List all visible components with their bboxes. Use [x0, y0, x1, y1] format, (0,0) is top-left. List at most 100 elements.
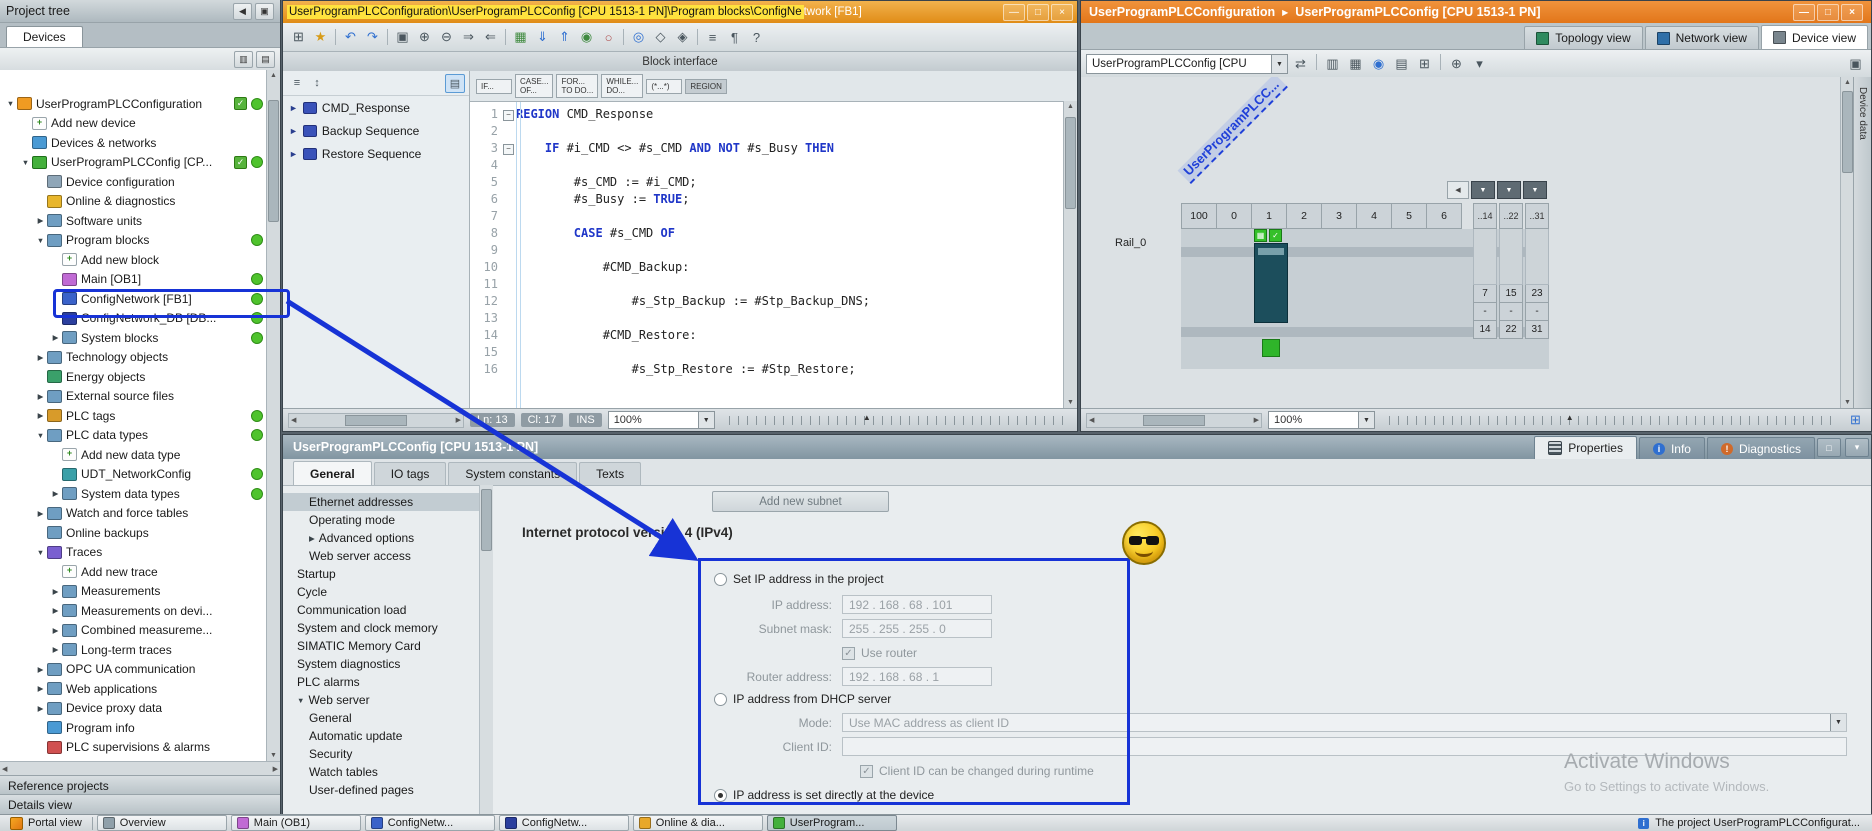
editor-hscrollbar[interactable]: ◀ ▶	[288, 412, 464, 428]
nav-item-cycle[interactable]: Cycle	[283, 583, 479, 601]
chevron-down-icon[interactable]: ▼	[697, 412, 714, 428]
nav-item-automatic-update[interactable]: Automatic update	[283, 727, 479, 745]
editor-title-bar[interactable]: UserProgramPLCConfiguration\UserProgramP…	[283, 1, 1077, 23]
tree-item-add-new-trace[interactable]: + Add new trace	[0, 562, 267, 582]
code-line[interactable]: 13	[470, 309, 1077, 326]
editor-zoom-slider[interactable]: ▲	[728, 413, 1064, 425]
tree-item-program-info[interactable]: Program info	[0, 718, 267, 738]
scroll-right-icon[interactable]: ▶	[1254, 416, 1259, 424]
scrollbar-thumb[interactable]	[268, 100, 279, 222]
add-new-subnet-button[interactable]: Add new subnet	[712, 491, 889, 512]
code-line[interactable]: 10 #CMD_Backup:	[470, 258, 1077, 275]
scrollbar-thumb[interactable]	[481, 489, 492, 551]
chevron-down-icon[interactable]: ▼	[34, 431, 47, 440]
chevron-down-icon[interactable]: ▼	[1830, 714, 1846, 731]
tab-general[interactable]: General	[293, 461, 372, 485]
tree-item-plc-supervisions-alarms[interactable]: PLC supervisions & alarms	[0, 738, 267, 758]
minimize-icon[interactable]: —	[1003, 3, 1025, 21]
collapse-panel-left-icon[interactable]: ◀	[233, 2, 252, 20]
code-lines[interactable]: 1− REGION CMD_Response 2 3− IF #i_CMD <> #s…	[470, 102, 1077, 409]
code-line[interactable]: 16 #s_Stp_Restore := #Stp_Restore;	[470, 360, 1077, 377]
taskbar-button-confignetw[interactable]: ConfigNetw...	[364, 815, 495, 831]
code-line[interactable]: 11	[470, 275, 1077, 292]
close-icon[interactable]: ×	[1841, 3, 1863, 21]
outline-view-icon[interactable]: ▤	[445, 73, 465, 93]
nav-item-general[interactable]: General	[283, 709, 479, 727]
code-line[interactable]: 7	[470, 207, 1077, 224]
tree-item-program-blocks[interactable]: ▼ Program blocks	[0, 231, 267, 251]
taskbar-button-userprogram[interactable]: UserProgram...	[766, 815, 897, 831]
redo-icon[interactable]: ↷	[362, 27, 383, 47]
nav-item-user-defined-pages[interactable]: User-defined pages	[283, 781, 479, 799]
slot-header-3[interactable]: 3	[1321, 203, 1357, 229]
tree-item-plc-tags[interactable]: ▶ PLC tags	[0, 406, 267, 426]
tree-item-long-term-traces[interactable]: ▶ Long-term traces	[0, 640, 267, 660]
slot-header-6[interactable]: 6	[1426, 203, 1462, 229]
scroll-up-icon[interactable]: ▲	[1064, 101, 1077, 113]
code-line[interactable]: 2	[470, 122, 1077, 139]
code-line[interactable]: 14 #CMD_Restore:	[470, 326, 1077, 343]
block-interface-bar[interactable]: Block interface	[283, 52, 1077, 73]
tab-devices[interactable]: Devices	[6, 26, 83, 47]
device-data-side-tab[interactable]: Device data	[1853, 77, 1871, 409]
tree-item-measurements-on-devi[interactable]: ▶ Measurements on devi...	[0, 601, 267, 621]
help-icon[interactable]: ?	[746, 27, 767, 47]
expand-regions-icon[interactable]: ≡	[287, 74, 307, 93]
nav-item-web-server-access[interactable]: Web server access	[283, 547, 479, 565]
slot-group-dropdown-icon[interactable]: ▼	[1523, 181, 1547, 199]
upload-icon[interactable]: ⇑	[554, 27, 575, 47]
table-view-icon[interactable]: ▤	[1391, 54, 1412, 74]
comment-icon[interactable]: ¶	[724, 27, 745, 47]
nav-item-ethernet-addresses[interactable]: Ethernet addresses	[283, 493, 479, 511]
chevron-right-icon[interactable]: ▶	[309, 534, 315, 543]
chevron-down-icon[interactable]: ▼	[297, 696, 304, 705]
tree-item-external-source-files[interactable]: ▶ External source files	[0, 387, 267, 407]
taskbar-button-online-dia[interactable]: Online & dia...	[632, 815, 763, 831]
tab-texts[interactable]: Texts	[579, 462, 642, 485]
tree-item-device-proxy-data[interactable]: ▶ Device proxy data	[0, 699, 267, 719]
tab-topology-view[interactable]: Topology view	[1524, 26, 1643, 49]
snippet-for[interactable]: FOR... TO DO...	[556, 74, 599, 98]
scrollbar-thumb[interactable]	[1065, 117, 1076, 209]
chevron-down-icon[interactable]: ▼	[4, 99, 17, 108]
device-canvas[interactable]: UserProgramPLCC... Rail_0 100 0 1 2 3 4 5 6 ◀ ▼…	[1081, 77, 1854, 409]
taskbar-button-main-ob1[interactable]: Main (OB1)	[230, 815, 361, 831]
snippet-if[interactable]: IF...	[476, 78, 512, 94]
device-name-label[interactable]: UserProgramPLCC...	[1177, 77, 1288, 184]
chevron-right-icon[interactable]: ▶	[49, 645, 62, 654]
minimize-icon[interactable]: —	[1793, 3, 1815, 21]
nav-item-system-and-clock-memory[interactable]: System and clock memory	[283, 619, 479, 637]
zoom-in-icon[interactable]: ⊕	[1446, 54, 1467, 74]
tab-device-view[interactable]: Device view	[1760, 25, 1868, 49]
slot-header-1[interactable]: 1	[1251, 203, 1287, 229]
scroll-right-icon[interactable]: ▶	[273, 765, 278, 773]
project-tree-hscrollbar[interactable]: ◀ ▶	[0, 761, 280, 776]
chevron-down-icon[interactable]: ▼	[34, 548, 47, 557]
tab-properties[interactable]: Properties	[1534, 436, 1637, 459]
portal-view-button[interactable]: Portal view	[4, 816, 88, 831]
snippet-case[interactable]: CASE... OF...	[515, 74, 554, 98]
maximize-panel-icon[interactable]: □	[1817, 438, 1841, 457]
code-line[interactable]: 3− IF #i_CMD <> #s_CMD AND NOT #s_Busy T…	[470, 139, 1077, 156]
monitor-icon[interactable]: ◉	[1368, 54, 1389, 74]
tab-info[interactable]: i Info	[1638, 437, 1705, 459]
breadcrumb-project[interactable]: UserProgramPLCConfiguration	[1089, 5, 1275, 19]
scroll-right-icon[interactable]: ▶	[456, 416, 461, 424]
chevron-right-icon[interactable]: ▶	[34, 704, 47, 713]
tree-item-combined-measureme[interactable]: ▶ Combined measureme...	[0, 621, 267, 641]
slot-header-5[interactable]: 5	[1391, 203, 1427, 229]
absolute-operands-icon[interactable]: ▣	[392, 27, 413, 47]
keep-values-icon[interactable]: ◈	[672, 27, 693, 47]
taskbar-button-overview[interactable]: Overview	[96, 815, 227, 831]
download-icon[interactable]: ⇓	[532, 27, 553, 47]
chevron-right-icon[interactable]: ▶	[49, 606, 62, 615]
code-line[interactable]: 15	[470, 343, 1077, 360]
expand-all-icon[interactable]: ⊕	[414, 27, 435, 47]
chevron-right-icon[interactable]: ▶	[34, 216, 47, 225]
reference-projects-section[interactable]: Reference projects	[0, 775, 280, 795]
chevron-right-icon[interactable]: ▶	[34, 665, 47, 674]
scroll-up-icon[interactable]: ▲	[267, 70, 280, 82]
chevron-right-icon[interactable]: ▶	[34, 353, 47, 362]
collapse-panel-icon[interactable]: ▾	[1845, 438, 1869, 457]
go-online-icon[interactable]: ◉	[576, 27, 597, 47]
